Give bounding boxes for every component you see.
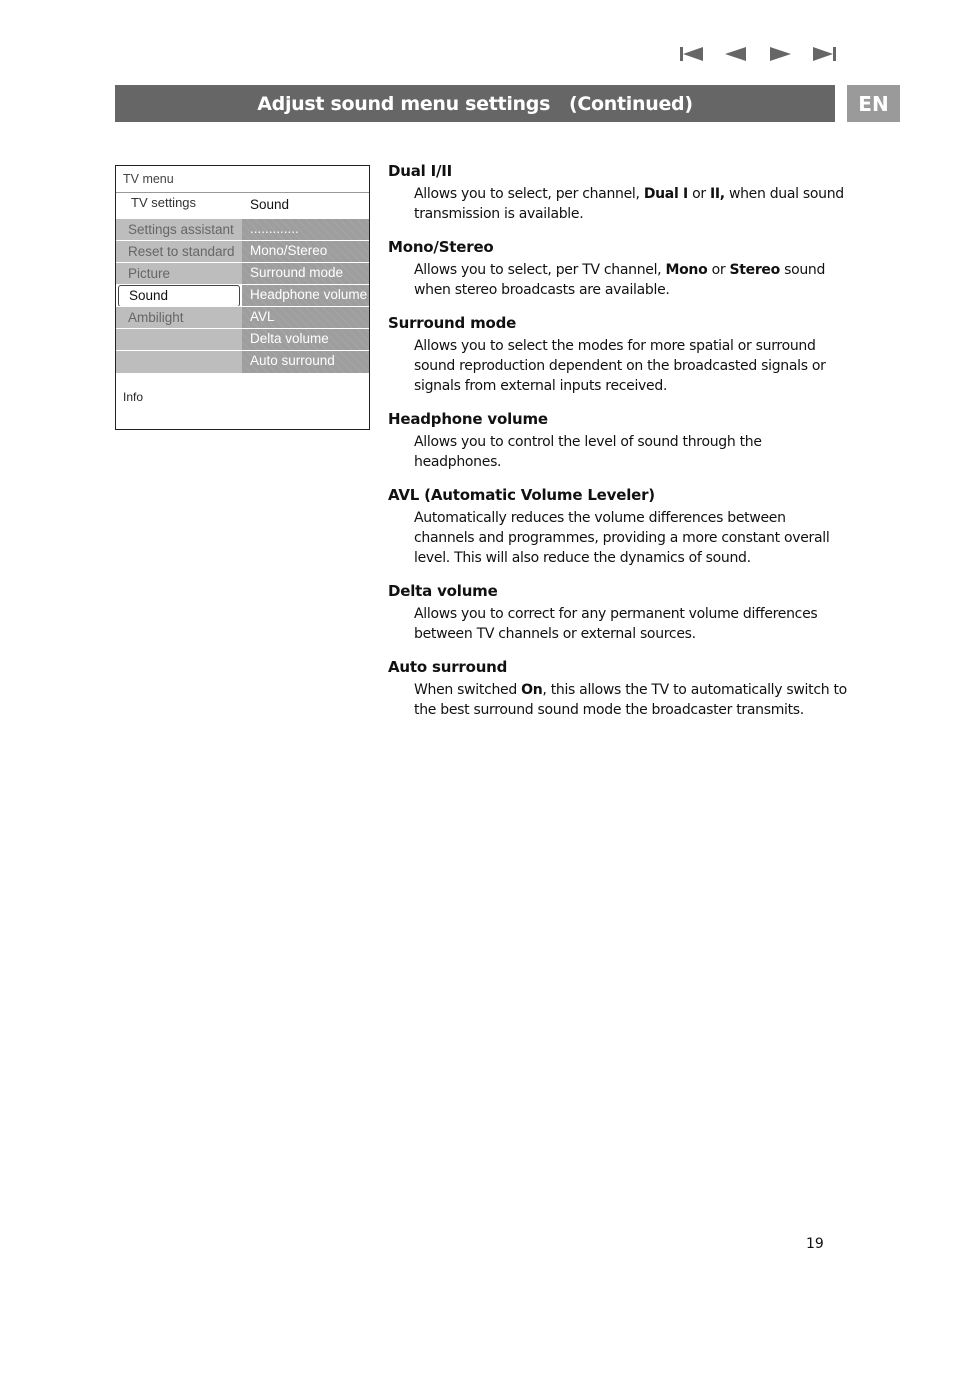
description-list: Dual I/II Allows you to select, per chan… <box>388 160 848 732</box>
section-auto-surround: Auto surround When switched On, this all… <box>388 656 848 720</box>
skip-to-end-icon <box>813 47 836 61</box>
sound-submenu-label: Sound <box>250 197 290 212</box>
section-avl: AVL (Automatic Volume Leveler) Automatic… <box>388 484 848 568</box>
section-header: Adjust sound menu settings (Continued) <box>115 85 835 122</box>
menu-item-left <box>116 329 242 351</box>
section-heading: Dual I/II <box>388 162 453 180</box>
previous-page-button[interactable] <box>714 44 758 64</box>
menu-item-left[interactable]: Settings assistant <box>116 219 242 241</box>
page-number: 19 <box>806 1236 824 1252</box>
section-body: Automatically reduces the volume differe… <box>414 510 830 566</box>
section-body: Allows you to control the level of sound… <box>414 434 762 470</box>
section-heading: Auto surround <box>388 658 508 676</box>
menu-row: Delta volume <box>116 328 369 351</box>
menu-item-right[interactable]: Surround mode <box>242 263 369 285</box>
tv-menu-illustration: TV menu TV settings Sound Settings assis… <box>115 165 370 430</box>
language-badge: EN <box>847 85 900 122</box>
emphasis-text: Stereo <box>729 262 780 278</box>
menu-row: Auto surround <box>116 350 369 373</box>
first-page-button[interactable] <box>670 44 714 64</box>
menu-row: Settings assistant ............. <box>116 218 369 241</box>
section-body: Allows you to select the modes for more … <box>414 338 826 394</box>
menu-row: Picture Surround mode <box>116 262 369 285</box>
menu-item-right[interactable]: Mono/Stereo <box>242 241 369 263</box>
menu-item-right[interactable]: Headphone volume <box>242 285 369 307</box>
menu-item-left[interactable]: Reset to standard <box>116 241 242 263</box>
section-headphone-volume: Headphone volume Allows you to control t… <box>388 408 848 472</box>
skip-to-start-icon <box>680 47 703 61</box>
menu-item-right[interactable]: Auto surround <box>242 351 369 373</box>
divider <box>116 192 369 193</box>
menu-item-right[interactable]: ............. <box>242 219 369 241</box>
menu-row: Sound Headphone volume <box>116 284 369 307</box>
menu-item-right[interactable]: Delta volume <box>242 329 369 351</box>
section-heading: Headphone volume <box>388 410 548 428</box>
emphasis-text: II, <box>709 186 725 202</box>
tv-settings-label: TV settings <box>131 195 197 210</box>
menu-item-left[interactable]: Ambilight <box>116 307 242 329</box>
menu-item-left[interactable]: Picture <box>116 263 242 285</box>
emphasis-text: Mono <box>665 262 708 278</box>
section-body: Allows you to select, per TV channel, Mo… <box>414 262 826 298</box>
emphasis-text: Dual I <box>643 186 688 202</box>
menu-row: Ambilight AVL <box>116 306 369 329</box>
next-icon <box>770 47 791 61</box>
section-delta-volume: Delta volume Allows you to correct for a… <box>388 580 848 644</box>
section-heading: Mono/Stereo <box>388 238 494 256</box>
page-navigation <box>670 44 846 64</box>
emphasis-text: On <box>521 682 543 698</box>
previous-icon <box>725 47 746 61</box>
section-body: Allows you to select, per channel, Dual … <box>414 186 844 222</box>
page-title: Adjust sound menu settings (Continued) <box>257 92 693 115</box>
menu-grid: Settings assistant ............. Reset t… <box>116 218 369 377</box>
section-mono-stereo: Mono/Stereo Allows you to select, per TV… <box>388 236 848 300</box>
last-page-button[interactable] <box>802 44 846 64</box>
section-heading: AVL (Automatic Volume Leveler) <box>388 486 655 504</box>
info-label: Info <box>123 390 144 404</box>
section-heading: Surround mode <box>388 314 517 332</box>
menu-row: Reset to standard Mono/Stereo <box>116 240 369 263</box>
next-page-button[interactable] <box>758 44 802 64</box>
section-body: When switched On, this allows the TV to … <box>414 682 847 718</box>
menu-item-right[interactable]: AVL <box>242 307 369 329</box>
section-dual: Dual I/II Allows you to select, per chan… <box>388 160 848 224</box>
section-surround-mode: Surround mode Allows you to select the m… <box>388 312 848 396</box>
tv-menu-title: TV menu <box>123 172 174 186</box>
menu-item-left-selected[interactable]: Sound <box>118 285 240 307</box>
section-heading: Delta volume <box>388 582 498 600</box>
menu-item-left <box>116 351 242 373</box>
section-body: Allows you to correct for any permanent … <box>414 606 818 642</box>
